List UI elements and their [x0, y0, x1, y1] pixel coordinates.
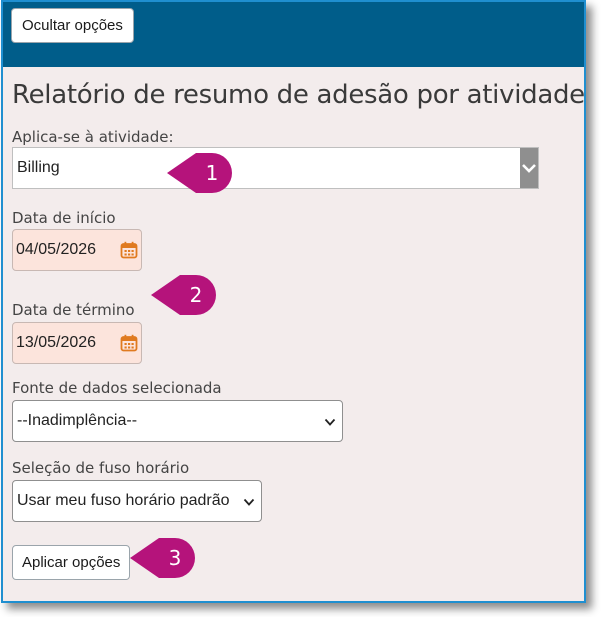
start-date-input[interactable]: 04/05/2026: [12, 229, 142, 271]
timezone-value: Usar meu fuso horário padrão: [17, 492, 230, 509]
data-source-value: --Inadimplência--: [17, 412, 138, 429]
data-source-label: Fonte de dados selecionada: [12, 379, 222, 397]
start-date-label: Data de início: [12, 209, 116, 227]
chevron-down-icon: [243, 498, 255, 506]
hide-options-button[interactable]: Ocultar opções: [11, 8, 134, 43]
apply-options-button[interactable]: Aplicar opções: [12, 545, 131, 580]
callout-marker-2: 2: [150, 272, 216, 318]
report-options-panel: Ocultar opções Relatório de resumo de ad…: [1, 0, 586, 603]
activity-select[interactable]: Billing: [12, 147, 539, 189]
calendar-icon[interactable]: [120, 334, 138, 352]
callout-number: 2: [189, 283, 203, 307]
callout-marker-1: 1: [166, 150, 232, 196]
chevron-down-icon[interactable]: [520, 148, 538, 188]
callout-number: 3: [168, 546, 182, 570]
end-date-input[interactable]: 13/05/2026: [12, 322, 142, 364]
page-title: Relatório de resumo de adesão por ativid…: [12, 80, 585, 110]
timezone-label: Seleção de fuso horário: [12, 459, 190, 477]
callout-marker-3: 3: [129, 535, 195, 581]
end-date-value: 13/05/2026: [16, 334, 97, 351]
start-date-value: 04/05/2026: [16, 241, 97, 258]
data-source-select[interactable]: --Inadimplência--: [12, 400, 343, 442]
end-date-label: Data de término: [12, 301, 135, 319]
callout-number: 1: [205, 161, 219, 185]
chevron-down-icon: [324, 418, 336, 426]
top-bar: Ocultar opções: [3, 2, 584, 67]
activity-label: Aplica-se à atividade:: [12, 128, 174, 146]
activity-value: Billing: [17, 159, 60, 176]
calendar-icon[interactable]: [120, 241, 138, 259]
timezone-select[interactable]: Usar meu fuso horário padrão: [12, 480, 262, 522]
